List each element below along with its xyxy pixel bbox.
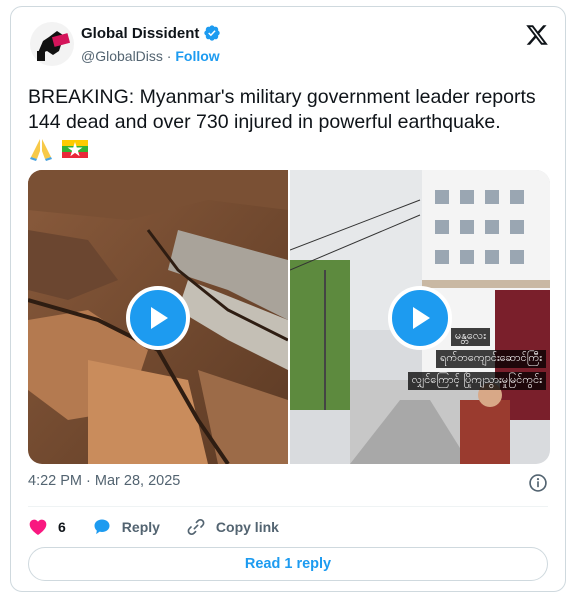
action-bar: 6 Reply Copy link — [28, 512, 305, 542]
separator-dot: · — [166, 48, 172, 64]
copy-link-label: Copy link — [215, 519, 279, 535]
like-count: 6 — [58, 519, 66, 535]
tweet-text: BREAKING: Myanmar's military government … — [28, 86, 536, 133]
folded-hands-icon — [30, 139, 52, 161]
video-caption-line-1: မန္တလေး — [450, 328, 490, 346]
tweet-timestamp[interactable]: 4:22 PM · Mar 28, 2025 — [28, 473, 180, 489]
media-grid: မန္တလေး ရက်တကျောင်းဆောင်ကြီး လျှင်ကြောင့… — [28, 170, 550, 464]
reply-button[interactable]: Reply — [92, 517, 160, 537]
copy-link-button[interactable]: Copy link — [186, 517, 279, 537]
avatar[interactable] — [29, 21, 75, 67]
handle-row: @GlobalDiss · Follow — [81, 48, 220, 64]
play-icon — [151, 307, 168, 329]
x-logo-icon[interactable] — [525, 23, 549, 47]
emoji-row — [28, 137, 88, 161]
myanmar-flag-icon — [62, 140, 88, 158]
play-button-left[interactable] — [126, 286, 190, 350]
divider — [28, 506, 548, 507]
reply-label: Reply — [121, 519, 160, 535]
account-handle[interactable]: @GlobalDiss — [81, 48, 163, 64]
video-right[interactable]: မန္တလေး ရက်တကျောင်းဆောင်ကြီး လျှင်ကြောင့… — [290, 170, 550, 464]
play-button-right[interactable] — [388, 286, 452, 350]
read-replies-button[interactable]: Read 1 reply — [28, 547, 548, 581]
info-icon[interactable] — [528, 473, 548, 493]
video-caption-line-2: ရက်တကျောင်းဆောင်ကြီး — [436, 350, 546, 368]
heart-icon — [29, 519, 47, 535]
verified-badge-icon — [204, 25, 221, 41]
like-button[interactable]: 6 — [28, 517, 66, 537]
tweet-card: Global Dissident @GlobalDiss · Follow BR… — [10, 6, 566, 592]
video-caption-line-3: လျှင်ကြောင့် ပြိုကျသွားမှုမြင်ကွင်း — [407, 372, 546, 390]
link-icon — [187, 518, 205, 536]
account-name[interactable]: Global Dissident — [81, 25, 199, 42]
reply-bubble-icon — [94, 519, 110, 535]
play-icon — [413, 307, 430, 329]
follow-button[interactable]: Follow — [175, 48, 219, 64]
video-left[interactable] — [28, 170, 288, 464]
